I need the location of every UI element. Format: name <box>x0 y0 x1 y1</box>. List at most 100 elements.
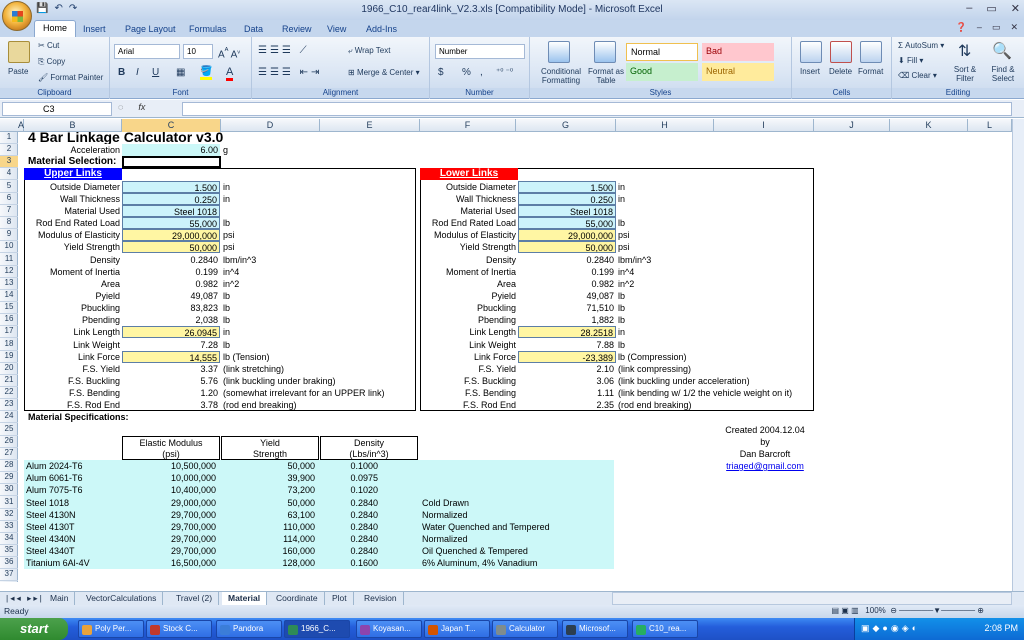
row-header-2[interactable]: 2 <box>0 144 18 157</box>
sheet-tab-material[interactable]: Material <box>222 592 268 605</box>
taskbar-item-3[interactable]: 1966_C... <box>284 620 350 638</box>
upper-value-0[interactable]: 1.500 <box>122 180 220 193</box>
find-select-icon[interactable]: 🔍 <box>992 41 1012 61</box>
sheet-tab-coordinate[interactable]: Coordinate <box>270 592 325 605</box>
restore-icon[interactable]: ▭ <box>992 22 1001 33</box>
sort-filter-button[interactable]: Sort & Filter <box>950 65 980 83</box>
row-header-1[interactable]: 1 <box>0 132 18 144</box>
format-cells-button[interactable]: Format <box>858 67 883 76</box>
upper-value-2[interactable]: Steel 1018 <box>122 204 220 217</box>
format-painter-button[interactable]: 🖌 Format Painter <box>38 73 103 82</box>
spreadsheet-grid[interactable]: ABCDEFGHIJKL 1 2 3 4 5 6 7 8 9 10 11 12 13 14 15 16 17 18… <box>0 119 1012 591</box>
column-header-e[interactable]: E <box>320 119 420 132</box>
lower-value-1[interactable]: 0.250 <box>518 192 616 205</box>
column-header-j[interactable]: J <box>814 119 890 132</box>
wrap-text-button[interactable]: ⤶ Wrap Text <box>348 46 390 56</box>
fill-button[interactable]: ⬇ Fill ▾ <box>898 56 923 65</box>
upper-value-1[interactable]: 0.250 <box>122 192 220 205</box>
insert-cells-button[interactable]: Insert <box>800 67 820 76</box>
row-header-24[interactable]: 24 <box>0 411 18 424</box>
paste-icon[interactable] <box>8 41 30 63</box>
grow-font-button[interactable]: Aᴬ Aᵥ <box>218 45 240 60</box>
tab-page-layout[interactable]: Page Layout <box>125 24 176 34</box>
clear-button[interactable]: ⌫ Clear ▾ <box>898 71 937 80</box>
row-header-7[interactable]: 7 <box>0 205 18 217</box>
number-format-select[interactable]: Number <box>435 44 525 59</box>
row-header-30[interactable]: 30 <box>0 484 18 497</box>
sheet-tab-plot[interactable]: Plot <box>326 592 354 605</box>
row-header-37[interactable]: 37 <box>0 569 18 582</box>
row-header-14[interactable]: 14 <box>0 290 18 302</box>
row-header-11[interactable]: 11 <box>0 254 18 266</box>
maximize-button[interactable]: ▭ <box>986 2 996 15</box>
sheet-tab-vectorcalculations[interactable]: VectorCalculations <box>80 592 164 605</box>
format-cells-icon[interactable] <box>860 41 882 63</box>
column-header-g[interactable]: G <box>516 119 616 132</box>
copy-button[interactable]: ⎘ Copy <box>38 57 65 67</box>
row-header-12[interactable]: 12 <box>0 266 18 278</box>
bold-button[interactable]: B <box>118 67 125 78</box>
sheet-tab-travel-2-[interactable]: Travel (2) <box>170 592 220 605</box>
credit-email-link[interactable]: triaged@gmail.com <box>700 460 830 472</box>
start-button[interactable]: start <box>0 618 68 640</box>
row-header-20[interactable]: 20 <box>0 363 18 375</box>
lower-value-3[interactable]: 55,000 <box>518 217 616 230</box>
taskbar-item-4[interactable]: Koyasan... <box>356 620 422 638</box>
sheet-tab-revision[interactable]: Revision <box>358 592 404 605</box>
row-header-35[interactable]: 35 <box>0 545 18 558</box>
currency-button[interactable]: $ <box>438 67 444 78</box>
sheet-nav-arrows[interactable]: |◂◂ ▸▸| <box>0 592 50 605</box>
taskbar-item-2[interactable]: Pandora <box>216 620 282 638</box>
row-header-33[interactable]: 33 <box>0 521 18 533</box>
fill-color-icon[interactable]: 🪣 <box>200 66 213 80</box>
row-header-19[interactable]: 19 <box>0 351 18 363</box>
minimize-button[interactable]: – <box>966 2 972 15</box>
tab-home[interactable]: Home <box>34 20 77 37</box>
row-header-23[interactable]: 23 <box>0 399 18 412</box>
selected-cell-c3[interactable] <box>122 156 221 169</box>
sort-filter-icon[interactable]: ⇅ <box>958 41 971 61</box>
row-header-18[interactable]: 18 <box>0 339 18 351</box>
row-header-22[interactable]: 22 <box>0 387 18 400</box>
delete-cells-icon[interactable] <box>830 41 852 63</box>
taskbar-item-0[interactable]: Poly Per... <box>78 620 144 638</box>
paste-button[interactable]: Paste <box>8 67 28 76</box>
row-header-25[interactable]: 25 <box>0 424 18 436</box>
merge-center-button[interactable]: ⊞ Merge & Center ▾ <box>348 68 420 77</box>
style-normal[interactable]: Normal <box>626 43 698 61</box>
column-header-l[interactable]: L <box>968 119 1012 132</box>
help-icon[interactable]: ❓ <box>956 22 967 33</box>
office-button[interactable] <box>2 1 32 31</box>
conditional-formatting-icon[interactable] <box>548 41 570 63</box>
column-header-h[interactable]: H <box>616 119 714 132</box>
tab-add-ins[interactable]: Add-Ins <box>366 24 397 34</box>
row-header-15[interactable]: 15 <box>0 302 18 315</box>
taskbar-item-8[interactable]: C10_rea... <box>632 620 698 638</box>
row-header-32[interactable]: 32 <box>0 509 18 521</box>
font-size-select[interactable]: 10 <box>183 44 213 59</box>
row-header-27[interactable]: 27 <box>0 448 18 460</box>
vertical-align-icons[interactable]: ☰☰☰ ⟋ <box>258 45 310 56</box>
style-neutral[interactable]: Neutral <box>702 63 774 81</box>
name-box[interactable]: C3 <box>2 102 112 116</box>
close-button[interactable]: ✕ <box>1011 2 1020 15</box>
row-header-16[interactable]: 16 <box>0 314 18 327</box>
row-header-21[interactable]: 21 <box>0 375 18 387</box>
lower-value-0[interactable]: 1.500 <box>518 180 616 193</box>
style-good[interactable]: Good <box>626 63 698 81</box>
row-header-9[interactable]: 9 <box>0 229 18 242</box>
insert-function-button[interactable]: ◌ fx <box>118 102 178 116</box>
decimal-buttons[interactable]: ⁺⁰ ⁻⁰ <box>496 67 513 76</box>
borders-icon[interactable]: ▦ <box>176 67 185 78</box>
row-header-36[interactable]: 36 <box>0 557 18 570</box>
row-header-26[interactable]: 26 <box>0 436 18 448</box>
formula-input[interactable] <box>182 102 1012 116</box>
format-table-icon[interactable] <box>594 41 616 63</box>
taskbar-item-7[interactable]: Microsof... <box>562 620 628 638</box>
delete-cells-button[interactable]: Delete <box>829 67 852 76</box>
insert-cells-icon[interactable] <box>800 41 822 63</box>
row-header-17[interactable]: 17 <box>0 326 18 339</box>
row-header-10[interactable]: 10 <box>0 241 18 254</box>
row-header-4[interactable]: 4 <box>0 168 18 181</box>
taskbar-item-1[interactable]: Stock C... <box>146 620 212 638</box>
